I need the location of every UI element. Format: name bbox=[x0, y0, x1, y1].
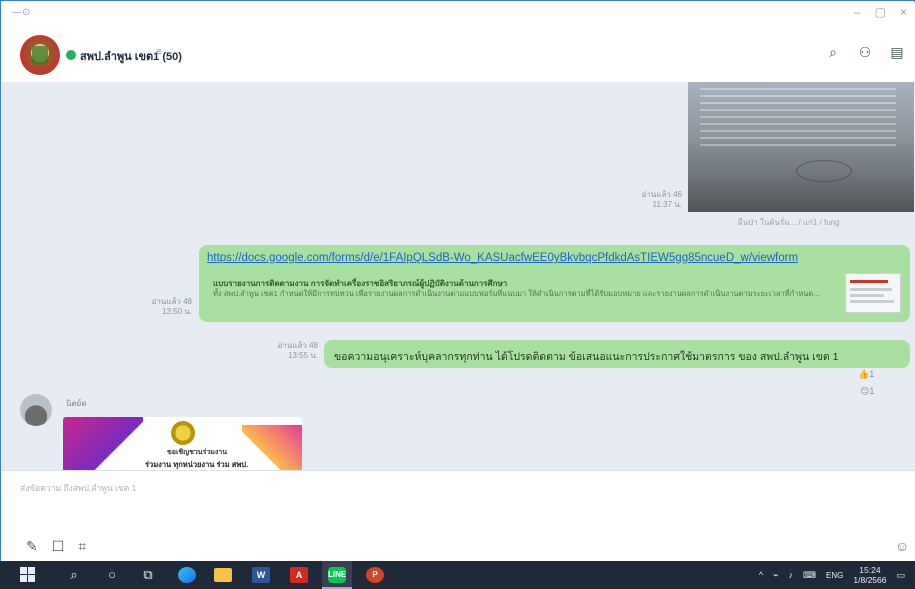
emoji-icon[interactable]: ☺ bbox=[895, 538, 909, 554]
chat-title[interactable]: สพป.ลำพูน เขต1 (50) bbox=[80, 47, 182, 65]
minimize-icon[interactable]: – bbox=[854, 5, 861, 19]
file-explorer-icon[interactable] bbox=[214, 568, 232, 582]
word-icon[interactable]: W bbox=[252, 567, 270, 583]
card-decoration bbox=[63, 417, 143, 470]
panel-icon[interactable]: ▤ bbox=[889, 44, 905, 61]
edge-icon[interactable] bbox=[178, 567, 196, 583]
title-bar: —⊙ – ▢ × bbox=[2, 2, 915, 24]
clock-date: 1/8/2566 bbox=[853, 575, 887, 585]
acrobat-icon[interactable]: A bbox=[290, 567, 308, 583]
network-icon[interactable]: ⌁ bbox=[773, 570, 778, 581]
task-view-icon[interactable]: ⧉ bbox=[140, 567, 156, 583]
user-plus-icon[interactable]: ⚇ bbox=[857, 44, 873, 61]
thumbnail-header-bar bbox=[850, 280, 888, 283]
reaction-badge[interactable]: 😊1 bbox=[860, 386, 874, 397]
sender-name: นิตย์ต bbox=[66, 399, 87, 408]
composer-tools: ✎ ☐ ⌗ bbox=[26, 538, 86, 555]
notification-icon[interactable]: ▭ bbox=[896, 570, 905, 581]
composer: ✎ ☐ ⌗ ☺ bbox=[2, 470, 915, 562]
close-icon[interactable]: × bbox=[900, 5, 907, 19]
search-icon[interactable]: ⌕ bbox=[825, 44, 841, 61]
screenshot-icon[interactable]: ⌗ bbox=[78, 538, 86, 555]
text-message[interactable]: ขอความอนุเคราะห์บุคลากรทุกท่าน ได้โปรดติ… bbox=[324, 340, 910, 368]
image-caption: ผืนป่า ในต้นรั่ม... / แก่1 / fung bbox=[738, 218, 840, 227]
card-caption: ร่วมงาน ทุกหน่วยงาน ร่วม สพป. bbox=[145, 460, 249, 469]
group-status-icon bbox=[66, 50, 76, 60]
attach-icon[interactable]: ✎ bbox=[26, 538, 38, 555]
windows-logo-icon bbox=[20, 567, 27, 574]
read-count: อ่านแล้ว 46 bbox=[641, 190, 682, 199]
thumbnail-line bbox=[850, 294, 884, 297]
start-button[interactable] bbox=[20, 567, 36, 583]
taskbar-search-icon[interactable]: ⌕ bbox=[66, 567, 82, 583]
header-actions: ⌕ ⚇ ▤ bbox=[825, 44, 905, 61]
system-tray: ^ ⌁ ♪ ⌨ ENG 15:24 1/8/2566 ▭ bbox=[759, 561, 905, 589]
volume-icon[interactable]: ♪ bbox=[789, 570, 794, 580]
tray-overflow-icon[interactable]: ^ bbox=[759, 570, 763, 580]
text-message-meta: อ่านแล้ว 48 13:55 น. bbox=[240, 341, 318, 361]
clock[interactable]: 15:24 1/8/2566 bbox=[853, 565, 886, 585]
chat-header: สพป.ลำพูน เขต1 (50) ≡ ⌕ ⚇ ▤ bbox=[2, 24, 915, 82]
message-link[interactable]: https://docs.google.com/forms/d/e/1FAIpQ… bbox=[207, 252, 907, 264]
input-method-indicator[interactable]: ENG bbox=[826, 571, 843, 580]
file-icon[interactable]: ☐ bbox=[52, 538, 65, 555]
read-count: อ่านแล้ว 48 bbox=[277, 341, 318, 350]
read-count: อ่านแล้ว 48 bbox=[151, 297, 192, 306]
app-window: —⊙ – ▢ × สพป.ลำพูน เขต1 (50) ≡ ⌕ ⚇ ▤ อ่า… bbox=[0, 0, 915, 589]
link-preview-description: ทั้ง สพป.ลำพูน เขต1 กำหนดให้มีการทบทวน เ… bbox=[213, 289, 820, 298]
line-app-icon[interactable]: LINE bbox=[328, 567, 346, 583]
timestamp: 11:37 น. bbox=[652, 200, 682, 209]
app-title-glyph: —⊙ bbox=[12, 7, 31, 18]
keyboard-icon[interactable]: ⌨ bbox=[803, 570, 816, 581]
link-preview-thumbnail[interactable] bbox=[845, 273, 901, 313]
message-input[interactable] bbox=[20, 480, 620, 496]
image-message[interactable] bbox=[688, 82, 914, 212]
card-seal-icon bbox=[171, 421, 195, 445]
taskbar: ⌕ ○ ⧉ W A LINE P ^ ⌁ ♪ ⌨ ENG 15:24 1/8/2… bbox=[0, 561, 915, 589]
sender-avatar[interactable] bbox=[20, 394, 52, 426]
chat-menu-icon[interactable]: ≡ bbox=[156, 47, 162, 58]
link-message-meta: อ่านแล้ว 48 13:50 น. bbox=[120, 297, 192, 317]
cortana-icon[interactable]: ○ bbox=[104, 567, 120, 583]
card-caption: ขอเชิญชวนร่วมงาน bbox=[167, 449, 228, 456]
avatar-emblem bbox=[32, 46, 48, 64]
clock-time: 15:24 bbox=[859, 565, 881, 575]
reaction-badge[interactable]: 👍1 bbox=[858, 369, 874, 380]
image-message-meta: อ่านแล้ว 46 11:37 น. bbox=[622, 190, 682, 210]
group-avatar[interactable] bbox=[20, 35, 60, 75]
message-list[interactable]: อ่านแล้ว 46 11:37 น. ผืนป่า ในต้นรั่ม...… bbox=[2, 82, 915, 470]
timestamp: 13:50 น. bbox=[162, 307, 192, 316]
link-message[interactable]: https://docs.google.com/forms/d/e/1FAIpQ… bbox=[199, 245, 910, 322]
windows-logo-icon bbox=[28, 575, 35, 582]
card-decoration bbox=[242, 425, 302, 470]
windows-logo-icon bbox=[28, 567, 35, 574]
window-controls: – ▢ × bbox=[854, 5, 907, 19]
timestamp: 13:55 น. bbox=[288, 351, 318, 360]
maximize-icon[interactable]: ▢ bbox=[875, 5, 886, 19]
powerpoint-icon[interactable]: P bbox=[366, 567, 384, 583]
incoming-image-message[interactable]: ขอเชิญชวนร่วมงาน ร่วมงาน ทุกหน่วยงาน ร่ว… bbox=[63, 417, 302, 470]
document-text-lines bbox=[700, 88, 896, 146]
thumbnail-line bbox=[850, 288, 892, 291]
document-stamp bbox=[796, 160, 852, 182]
message-text: ขอความอนุเคราะห์บุคลากรทุกท่าน ได้โปรดติ… bbox=[334, 351, 839, 363]
windows-logo-icon bbox=[20, 575, 27, 582]
thumbnail-line bbox=[850, 300, 894, 303]
